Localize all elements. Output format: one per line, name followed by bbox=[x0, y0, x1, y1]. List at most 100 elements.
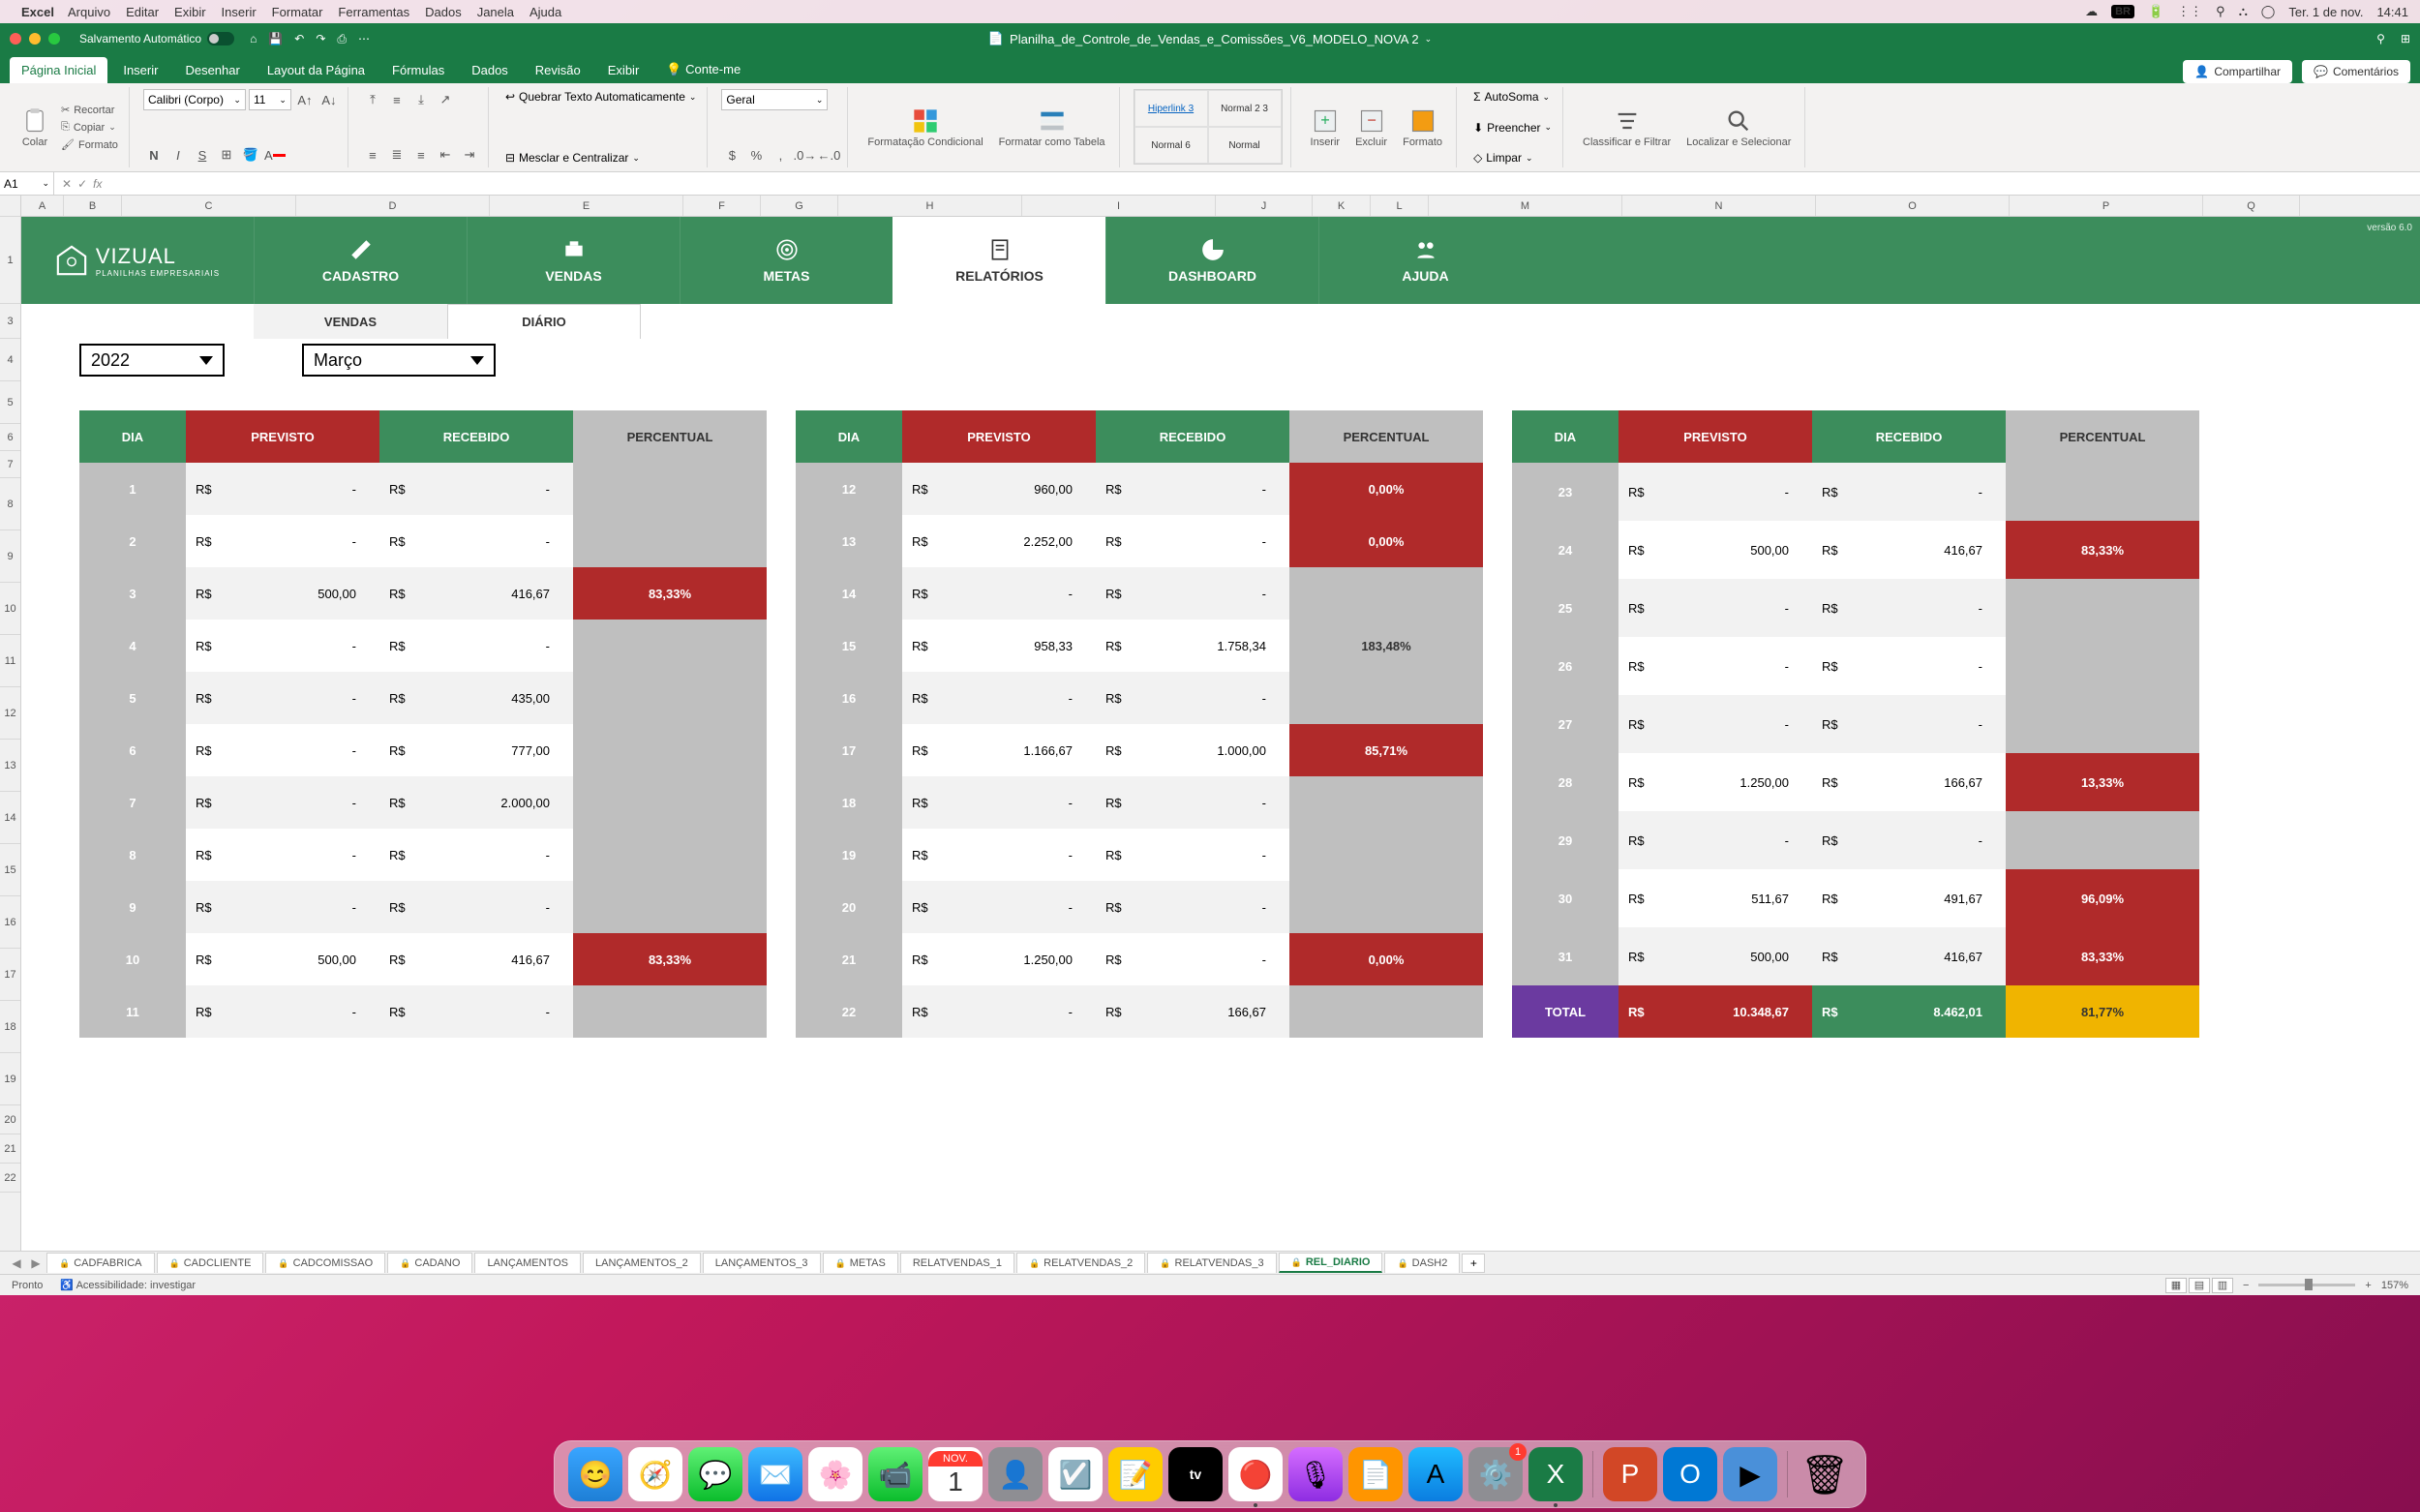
col-header[interactable]: A bbox=[21, 196, 64, 216]
tab-revisao[interactable]: Revisão bbox=[524, 57, 592, 83]
col-header[interactable]: D bbox=[296, 196, 490, 216]
row-header[interactable]: 1 bbox=[0, 217, 20, 304]
menu-formatar[interactable]: Formatar bbox=[272, 5, 323, 19]
row-header[interactable]: 11 bbox=[0, 635, 20, 687]
menu-editar[interactable]: Editar bbox=[126, 5, 159, 19]
dock-quicktime[interactable]: ▶ bbox=[1723, 1447, 1777, 1501]
style-normal[interactable]: Normal bbox=[1208, 127, 1282, 164]
sheet-tab-relatvendas_2[interactable]: 🔒RELATVENDAS_2 bbox=[1016, 1253, 1145, 1273]
row-header[interactable]: 19 bbox=[0, 1053, 20, 1105]
zoom-in-button[interactable]: + bbox=[2365, 1280, 2371, 1291]
indent-increase-button[interactable]: ⇥ bbox=[459, 144, 480, 166]
row-header[interactable]: 15 bbox=[0, 844, 20, 896]
tab-pagina-inicial[interactable]: Página Inicial bbox=[10, 57, 107, 83]
underline-button[interactable]: S bbox=[192, 144, 213, 166]
row-header[interactable]: 4 bbox=[0, 339, 20, 381]
bold-button[interactable]: N bbox=[143, 144, 165, 166]
dock-excel[interactable]: X bbox=[1528, 1447, 1583, 1501]
menubar-app[interactable]: Excel bbox=[21, 5, 54, 19]
sheet-tab-lançamentos[interactable]: LANÇAMENTOS bbox=[474, 1253, 581, 1273]
style-hyperlink3[interactable]: Hiperlink 3 bbox=[1134, 90, 1208, 127]
tab-conte-me[interactable]: 💡 Conte-me bbox=[654, 56, 752, 83]
add-sheet-button[interactable]: + bbox=[1462, 1254, 1485, 1273]
fill-color-button[interactable]: 🪣 bbox=[240, 144, 261, 166]
keyboard-layout[interactable]: BR bbox=[2111, 5, 2134, 18]
currency-button[interactable]: $ bbox=[721, 144, 742, 166]
view-page-layout-button[interactable]: ▤ bbox=[2189, 1278, 2210, 1293]
orientation-button[interactable]: ↗ bbox=[435, 89, 456, 110]
subtab-diario[interactable]: DIÁRIO bbox=[447, 304, 641, 339]
clear-button[interactable]: ◇ Limpar ⌄ bbox=[1470, 150, 1555, 166]
month-filter[interactable]: Março bbox=[302, 344, 496, 377]
control-center-icon[interactable]: ⛬ bbox=[2239, 4, 2248, 19]
siri-icon[interactable]: ◯ bbox=[2261, 4, 2276, 19]
col-header[interactable]: P bbox=[2010, 196, 2203, 216]
dock-finder[interactable]: 😊 bbox=[568, 1447, 622, 1501]
menu-arquivo[interactable]: Arquivo bbox=[68, 5, 110, 19]
battery-icon[interactable]: 🔋 bbox=[2148, 4, 2163, 19]
dock-notes[interactable]: 📝 bbox=[1108, 1447, 1163, 1501]
dock-settings[interactable]: ⚙️1 bbox=[1468, 1447, 1523, 1501]
col-header[interactable]: N bbox=[1622, 196, 1816, 216]
wifi-icon[interactable]: ⋮⋮ bbox=[2177, 4, 2202, 19]
col-header[interactable]: H bbox=[838, 196, 1022, 216]
col-header[interactable]: M bbox=[1429, 196, 1622, 216]
tab-exibir[interactable]: Exibir bbox=[596, 57, 651, 83]
col-header[interactable]: F bbox=[683, 196, 761, 216]
row-header[interactable]: 5 bbox=[0, 381, 20, 424]
close-window-button[interactable] bbox=[10, 33, 21, 45]
tab-formulas[interactable]: Fórmulas bbox=[380, 57, 456, 83]
dock-facetime[interactable]: 📹 bbox=[868, 1447, 923, 1501]
qat-redo-icon[interactable]: ↷ bbox=[316, 32, 325, 46]
cancel-formula-icon[interactable]: ✕ bbox=[62, 177, 72, 191]
row-header[interactable]: 18 bbox=[0, 1001, 20, 1053]
qat-save-icon[interactable]: 💾 bbox=[268, 32, 283, 46]
sheet-tab-relatvendas_1[interactable]: RELATVENDAS_1 bbox=[900, 1253, 1014, 1273]
col-header[interactable]: K bbox=[1313, 196, 1371, 216]
col-header[interactable]: B bbox=[64, 196, 122, 216]
dock-reminders[interactable]: ☑️ bbox=[1048, 1447, 1103, 1501]
paste-button[interactable]: Colar bbox=[15, 106, 54, 150]
nav-relatorios[interactable]: RELATÓRIOS bbox=[892, 217, 1105, 304]
col-header[interactable]: Q bbox=[2203, 196, 2300, 216]
row-header[interactable]: 14 bbox=[0, 792, 20, 844]
dock-mail[interactable]: ✉️ bbox=[748, 1447, 802, 1501]
italic-button[interactable]: I bbox=[167, 144, 189, 166]
align-top-button[interactable]: ⤒ bbox=[362, 89, 383, 110]
decrease-decimal-button[interactable]: ←.0 bbox=[818, 144, 839, 166]
style-normal6[interactable]: Normal 6 bbox=[1134, 127, 1208, 164]
row-header[interactable]: 17 bbox=[0, 949, 20, 1001]
font-color-button[interactable]: A bbox=[264, 144, 286, 166]
align-left-button[interactable]: ≡ bbox=[362, 144, 383, 166]
tab-desenhar[interactable]: Desenhar bbox=[173, 57, 251, 83]
increase-decimal-button[interactable]: .0→ bbox=[794, 144, 815, 166]
col-header[interactable]: O bbox=[1816, 196, 2010, 216]
subtab-vendas[interactable]: VENDAS bbox=[254, 304, 447, 339]
menu-exibir[interactable]: Exibir bbox=[174, 5, 206, 19]
row-header[interactable]: 3 bbox=[0, 304, 20, 339]
minimize-window-button[interactable] bbox=[29, 33, 41, 45]
col-header[interactable]: I bbox=[1022, 196, 1216, 216]
row-header[interactable]: 22 bbox=[0, 1164, 20, 1193]
dock-contacts[interactable]: 👤 bbox=[988, 1447, 1043, 1501]
row-header[interactable]: 8 bbox=[0, 478, 20, 530]
zoom-slider[interactable] bbox=[2258, 1284, 2355, 1286]
qat-print-icon[interactable]: ⎙ bbox=[337, 32, 347, 46]
dock-trash[interactable]: 🗑 bbox=[1798, 1447, 1852, 1501]
qat-home-icon[interactable]: ⌂ bbox=[250, 32, 257, 46]
align-bottom-button[interactable]: ⤓ bbox=[410, 89, 432, 110]
dock-photos[interactable]: 🌸 bbox=[808, 1447, 862, 1501]
copy-button[interactable]: ⎘ Copiar ⌄ bbox=[58, 120, 121, 135]
document-title[interactable]: Planilha_de_Controle_de_Vendas_e_Comissõ… bbox=[1010, 32, 1419, 46]
col-header[interactable]: L bbox=[1371, 196, 1429, 216]
merge-center-button[interactable]: ⊟ Mesclar e Centralizar ⌄ bbox=[502, 150, 699, 166]
sheet-tab-dash2[interactable]: 🔒DASH2 bbox=[1384, 1253, 1460, 1273]
zoom-window-button[interactable] bbox=[48, 33, 60, 45]
dock-podcasts[interactable]: 🎙 bbox=[1288, 1447, 1343, 1501]
font-size-select[interactable]: 11⌄ bbox=[249, 89, 291, 110]
tab-dados[interactable]: Dados bbox=[460, 57, 520, 83]
cloud-icon[interactable]: ☁ bbox=[2085, 4, 2098, 19]
col-header[interactable]: E bbox=[490, 196, 683, 216]
qat-undo-icon[interactable]: ↶ bbox=[294, 32, 304, 46]
menu-dados[interactable]: Dados bbox=[425, 5, 462, 19]
